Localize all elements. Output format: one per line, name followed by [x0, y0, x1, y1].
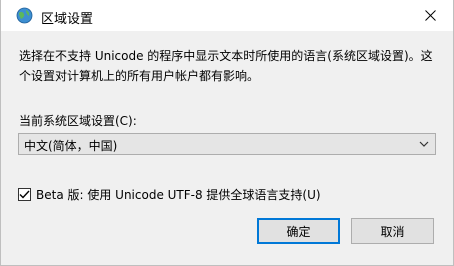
description-text: 选择在不支持 Unicode 的程序中显示文本时所使用的语言(系统区域设置)。这… — [19, 49, 433, 83]
locale-dropdown[interactable]: 中文(简体，中国) — [18, 133, 436, 155]
dialog-title: 区域设置 — [41, 12, 94, 27]
ok-button[interactable]: 确定 — [257, 218, 340, 244]
cancel-button[interactable]: 取消 — [351, 218, 434, 244]
beta-utf8-label[interactable]: Beta 版: 使用 Unicode UTF-8 提供全球语言支持(U) — [36, 186, 321, 203]
close-icon — [424, 10, 436, 21]
beta-utf8-checkbox[interactable] — [18, 187, 31, 201]
chevron-down-icon — [419, 141, 429, 147]
globe-icon — [16, 7, 33, 24]
region-settings-dialog: 区域设置 选择在不支持 Unicode 的程序中显示文本时所使用的语言(系统区域… — [0, 0, 454, 266]
locale-dropdown-value: 中文(简体，中国) — [24, 139, 118, 153]
beta-utf8-option[interactable]: Beta 版: 使用 Unicode UTF-8 提供全球语言支持(U) — [18, 186, 321, 202]
close-button[interactable] — [407, 0, 453, 31]
checkmark-icon — [19, 190, 30, 199]
current-locale-label: 当前系统区域设置(C): — [19, 114, 137, 128]
title-bar[interactable]: 区域设置 — [1, 0, 453, 31]
